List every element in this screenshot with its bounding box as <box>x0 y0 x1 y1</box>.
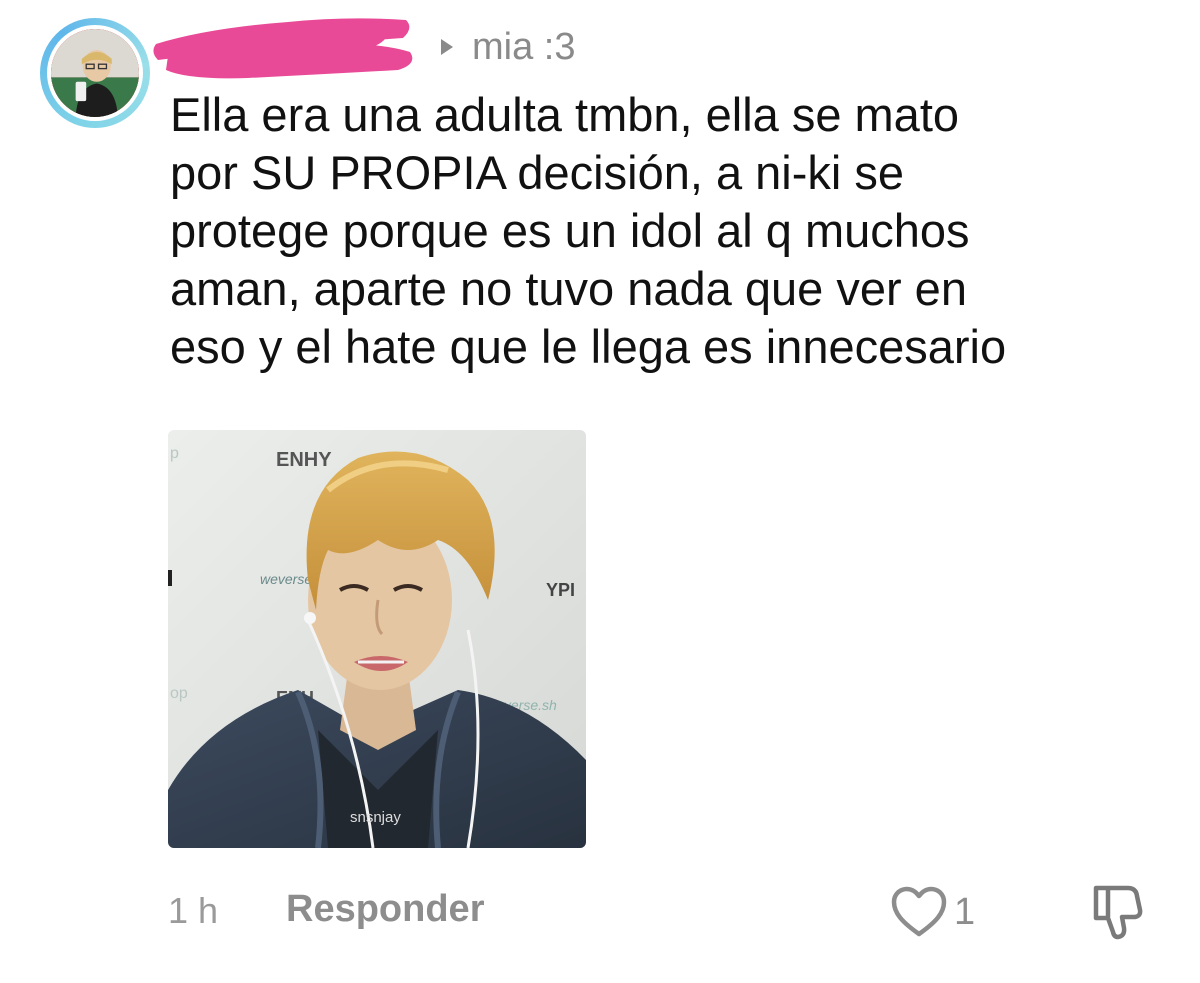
heart-outline-icon <box>891 886 947 937</box>
thumbs-down-outline-icon[interactable] <box>1086 880 1148 942</box>
comment-attached-image[interactable]: p ENHY weverse YPI op ENH weverse.sh sns… <box>168 430 586 848</box>
backdrop-logo-right-mid: YPI <box>546 580 575 600</box>
backdrop-fragment-bottom-left: op <box>170 685 188 702</box>
avatar-photo <box>51 29 139 117</box>
caret-right-icon <box>441 39 453 55</box>
photo-watermark: snsnjay <box>350 809 401 826</box>
comment-timestamp: 1 h <box>168 890 219 931</box>
comment-text: Ella era una adulta tmbn, ella se mato p… <box>170 88 1007 373</box>
redacted-username <box>153 18 413 79</box>
like-button[interactable]: 1 <box>890 882 975 942</box>
reply-to-username[interactable]: mia :3 <box>472 24 575 70</box>
backdrop-logo-left-mid: weverse <box>260 571 312 587</box>
like-count: 1 <box>954 890 976 933</box>
backdrop-logo-top: ENHY <box>276 449 332 471</box>
photo-illustration: p ENHY weverse YPI op ENH weverse.sh sns… <box>168 430 586 848</box>
backdrop-fragment-top-left: p <box>170 445 179 462</box>
user-avatar[interactable] <box>40 18 150 128</box>
reply-button[interactable]: Responder <box>286 884 484 934</box>
